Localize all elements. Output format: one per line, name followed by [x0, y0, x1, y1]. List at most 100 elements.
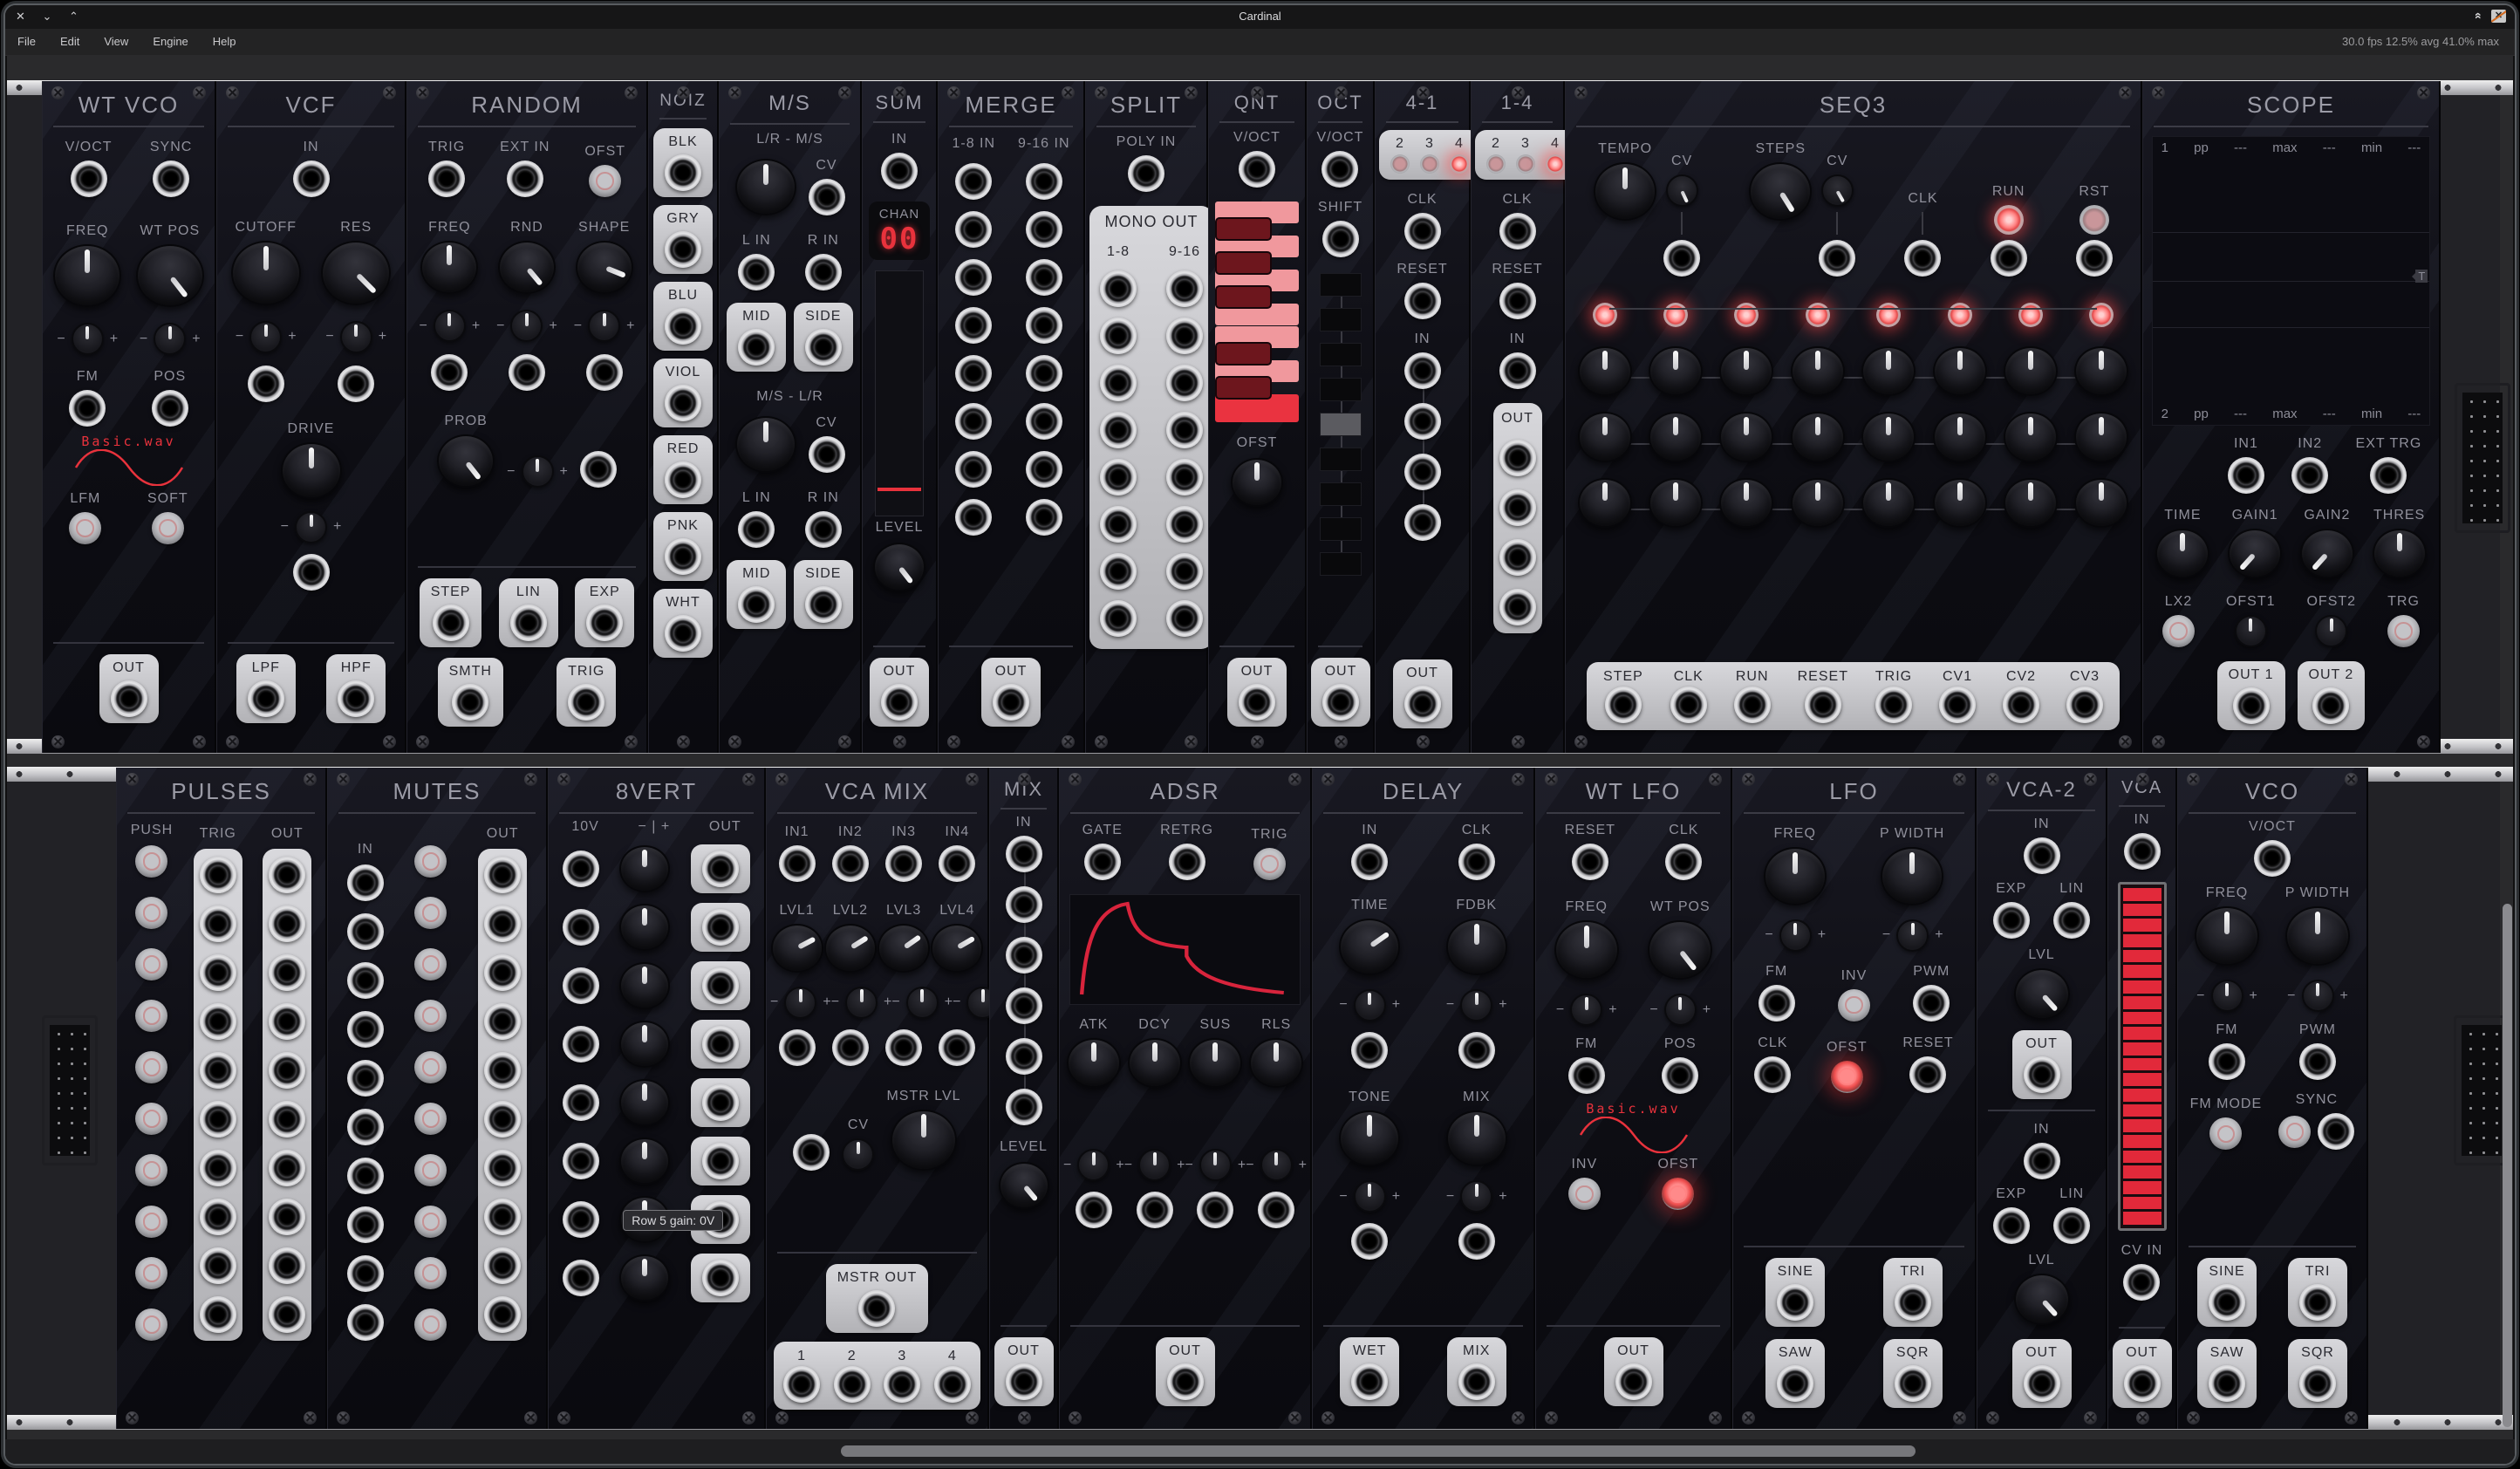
horizontal-scrollbar[interactable]	[841, 1445, 1916, 1457]
led-lit[interactable]	[1806, 303, 1830, 327]
octave-cell[interactable]	[1320, 378, 1362, 401]
port-pos[interactable]	[152, 390, 188, 427]
trim-knob[interactable]	[340, 321, 372, 353]
port-lpf[interactable]	[248, 680, 284, 717]
port-jack[interactable]	[484, 1052, 521, 1089]
port-mix[interactable]	[1458, 1363, 1495, 1400]
port-pwm[interactable]	[1913, 985, 1950, 1021]
port-jack[interactable]	[1991, 240, 2027, 277]
port-l-in[interactable]	[738, 254, 775, 290]
knob-knob[interactable]	[1719, 412, 1773, 461]
knob-res[interactable]	[321, 241, 391, 305]
port-blu[interactable]	[665, 308, 701, 345]
button-push-3[interactable]	[135, 948, 167, 980]
port-jack[interactable]	[1166, 365, 1203, 401]
knob-knob[interactable]	[1791, 346, 1845, 396]
port-fm[interactable]	[1759, 985, 1795, 1021]
port-jack[interactable]	[1458, 1032, 1495, 1069]
knob-tempo[interactable]	[1594, 162, 1656, 221]
port-step[interactable]	[1605, 687, 1642, 723]
port-reset[interactable]	[1805, 687, 1841, 723]
port-jack[interactable]	[200, 954, 236, 991]
knob-knob[interactable]	[2074, 412, 2128, 461]
close-plugin-icon[interactable]: ✕	[2491, 10, 2506, 23]
port-cv2[interactable]	[2003, 687, 2039, 723]
knob-atk[interactable]	[1067, 1038, 1121, 1088]
knob-p-width[interactable]	[1881, 847, 1943, 905]
port-jack[interactable]	[955, 211, 992, 248]
knob-freq[interactable]	[1764, 847, 1827, 905]
port-hpf[interactable]	[338, 680, 374, 717]
port-jack[interactable]	[1404, 504, 1441, 541]
knob-knob[interactable]	[1578, 478, 1632, 528]
port-shift[interactable]	[1322, 221, 1359, 257]
octave-cell[interactable]	[1320, 552, 1362, 576]
port-jack[interactable]	[1166, 459, 1203, 495]
port-jack[interactable]	[347, 1304, 384, 1341]
port-clk[interactable]	[1404, 213, 1441, 249]
vertical-scrollbar[interactable]	[2503, 904, 2512, 1427]
trim-knob[interactable]	[510, 310, 543, 342]
knob-gain2[interactable]	[2300, 529, 2354, 578]
port-jack[interactable]	[1166, 506, 1203, 543]
port-in[interactable]	[881, 153, 918, 189]
port-jack[interactable]	[1499, 589, 1536, 625]
knob-knob[interactable]	[2004, 412, 2058, 461]
quantizer-keyboard[interactable]	[1215, 202, 1299, 423]
button-mute-1[interactable]	[414, 845, 447, 878]
octave-cell[interactable]	[1320, 482, 1362, 506]
port-jack[interactable]	[338, 366, 374, 402]
port-jack[interactable]	[1100, 270, 1137, 307]
port-jack[interactable]	[200, 1052, 236, 1089]
port-jack[interactable]	[1819, 240, 1855, 277]
port-jack[interactable]	[563, 1201, 599, 1238]
knob-knob[interactable]	[619, 1138, 670, 1185]
button-ofst[interactable]	[589, 165, 621, 197]
trim-knob-ofst2[interactable]	[2315, 615, 2347, 647]
port-saw[interactable]	[1777, 1365, 1813, 1402]
port-out[interactable]	[1615, 1363, 1652, 1400]
port-jack[interactable]	[779, 1029, 816, 1066]
rack-area[interactable]: WT VCOV/OCTSYNCFREQWT POS−+−+FMPOSBasic.…	[7, 55, 2513, 1462]
port-jack[interactable]	[200, 1150, 236, 1186]
port-jack[interactable]	[347, 962, 384, 999]
port-out[interactable]	[1404, 686, 1441, 722]
button-push-9[interactable]	[135, 1257, 167, 1289]
knob-knob[interactable]	[1933, 346, 1987, 396]
knob-lvl4[interactable]	[931, 924, 983, 973]
port-jack[interactable]	[1006, 937, 1042, 974]
port-lin[interactable]	[2053, 902, 2090, 939]
trim-knob[interactable]	[1077, 1149, 1110, 1181]
port-jack[interactable]	[1663, 240, 1700, 277]
trigger-marker[interactable]: T	[2415, 270, 2428, 283]
port-in1[interactable]	[2228, 457, 2264, 494]
port-sqr[interactable]	[1895, 1365, 1931, 1402]
count-led-2[interactable]	[1390, 154, 1410, 174]
port-wht[interactable]	[665, 615, 701, 652]
port-out[interactable]	[1322, 684, 1359, 721]
port-exp[interactable]	[1993, 1207, 2030, 1244]
port-jack[interactable]	[200, 1247, 236, 1284]
black-key[interactable]	[1215, 342, 1272, 366]
trim-knob[interactable]	[72, 323, 104, 355]
trim-knob[interactable]	[295, 511, 327, 543]
trim-knob[interactable]	[1460, 1180, 1492, 1213]
menu-item-view[interactable]: View	[92, 29, 140, 54]
port-cv3[interactable]	[2066, 687, 2103, 723]
trim-knob[interactable]	[1664, 994, 1697, 1026]
menu-item-edit[interactable]: Edit	[48, 29, 92, 54]
port-retrg[interactable]	[1169, 844, 1205, 880]
port-sync[interactable]	[2318, 1113, 2354, 1150]
button-push-5[interactable]	[135, 1051, 167, 1083]
knob-time[interactable]	[1339, 919, 1400, 975]
port-jack[interactable]	[1076, 1192, 1112, 1228]
port-4[interactable]	[934, 1366, 971, 1403]
port-jack[interactable]	[955, 355, 992, 392]
port-fm[interactable]	[2209, 1043, 2245, 1080]
port-out[interactable]	[2124, 1365, 2161, 1402]
port-jack[interactable]	[885, 1029, 922, 1066]
port-side[interactable]	[805, 329, 842, 366]
button-ofst[interactable]	[1831, 1061, 1863, 1093]
port-jack[interactable]	[1026, 355, 1062, 392]
button-push-2[interactable]	[135, 897, 167, 929]
